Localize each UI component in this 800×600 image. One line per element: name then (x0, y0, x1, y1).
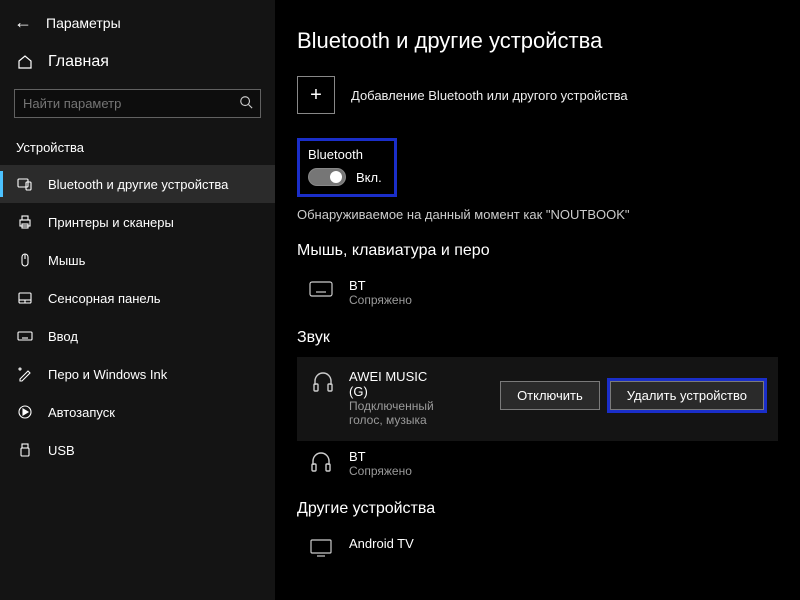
device-android-tv[interactable]: Android TV (297, 528, 778, 566)
home-link[interactable]: Главная (0, 43, 275, 81)
keyboard-icon (307, 278, 335, 298)
bluetooth-toggle-group: Bluetooth Вкл. (297, 138, 397, 197)
sidebar-item-touchpad[interactable]: Сенсорная панель (0, 279, 275, 317)
sidebar-item-label: Мышь (48, 253, 85, 268)
remove-device-button[interactable]: Удалить устройство (610, 381, 764, 410)
sidebar-item-label: USB (48, 443, 75, 458)
sidebar-item-printers[interactable]: Принтеры и сканеры (0, 203, 275, 241)
plus-icon: + (297, 76, 335, 114)
bluetooth-state: Вкл. (356, 170, 382, 185)
page-title: Bluetooth и другие устройства (297, 28, 778, 54)
search-wrap (14, 89, 261, 118)
sidebar-item-autoplay[interactable]: Автозапуск (0, 393, 275, 431)
device-bt-keyboard[interactable]: BT Сопряжено (297, 270, 778, 315)
printer-icon (16, 214, 34, 230)
device-name: BT (349, 278, 412, 293)
bluetooth-toggle[interactable] (308, 168, 346, 186)
sidebar-section: Устройства (0, 132, 275, 165)
device-status: Сопряжено (349, 293, 412, 307)
bluetooth-label: Bluetooth (308, 147, 382, 162)
device-name: Android TV (349, 536, 414, 551)
sidebar-item-label: Сенсорная панель (48, 291, 161, 306)
home-icon (16, 54, 34, 70)
keyboard-icon (16, 328, 34, 344)
section-audio: Звук (297, 329, 778, 347)
sidebar-item-mouse[interactable]: Мышь (0, 241, 275, 279)
autoplay-icon (16, 404, 34, 420)
discoverable-text: Обнаруживаемое на данный момент как "NOU… (297, 207, 778, 222)
device-status: Сопряжено (349, 464, 412, 478)
back-arrow-icon[interactable]: ← (14, 12, 32, 33)
pen-icon (16, 366, 34, 382)
sidebar-item-bluetooth[interactable]: Bluetooth и другие устройства (0, 165, 275, 203)
sidebar-item-pen[interactable]: Перо и Windows Ink (0, 355, 275, 393)
sidebar-item-label: Ввод (48, 329, 78, 344)
mouse-icon (16, 252, 34, 268)
headphones-icon (311, 369, 335, 427)
search-icon (239, 95, 253, 109)
sidebar-item-label: Bluetooth и другие устройства (48, 177, 228, 192)
add-device-label: Добавление Bluetooth или другого устройс… (351, 88, 628, 103)
home-label: Главная (48, 53, 109, 71)
sidebar-item-label: Перо и Windows Ink (48, 367, 167, 382)
sidebar-item-typing[interactable]: Ввод (0, 317, 275, 355)
main-content: Bluetooth и другие устройства + Добавлен… (275, 0, 800, 600)
section-mouse-keyboard: Мышь, клавиатура и перо (297, 242, 778, 260)
sidebar-header: ← Параметры (0, 0, 275, 43)
device-status: Подключенный голос, музыка (349, 399, 449, 427)
sidebar-item-label: Принтеры и сканеры (48, 215, 174, 230)
tv-icon (307, 536, 335, 558)
touchpad-icon (16, 290, 34, 306)
device-name: BT (349, 449, 412, 464)
sidebar-item-label: Автозапуск (48, 405, 115, 420)
device-name: AWEI MUSIC (G) (349, 369, 449, 399)
device-awei-music[interactable]: AWEI MUSIC (G) Подключенный голос, музык… (297, 357, 778, 441)
device-bt-audio[interactable]: BT Сопряжено (297, 441, 778, 486)
devices-icon (16, 176, 34, 192)
app-title: Параметры (46, 15, 121, 31)
headphones-icon (307, 449, 335, 473)
sidebar: ← Параметры Главная Устройства Bluetooth… (0, 0, 275, 600)
add-device-row[interactable]: + Добавление Bluetooth или другого устро… (297, 76, 778, 114)
search-input[interactable] (14, 89, 261, 118)
usb-icon (16, 442, 34, 458)
disconnect-button[interactable]: Отключить (500, 381, 600, 410)
section-other: Другие устройства (297, 500, 778, 518)
sidebar-item-usb[interactable]: USB (0, 431, 275, 469)
